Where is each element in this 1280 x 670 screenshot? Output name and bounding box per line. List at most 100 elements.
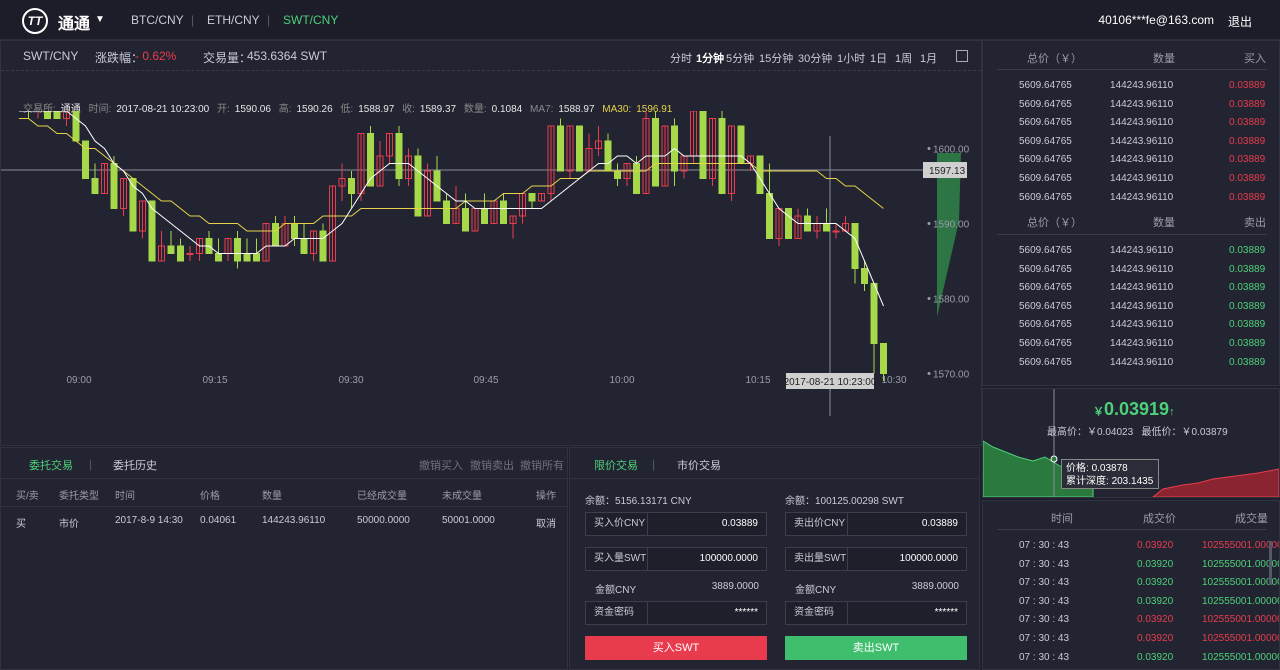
sell-price-field[interactable]: 卖出价CNY 0.03889	[785, 512, 967, 536]
field-value[interactable]: 100000.0000	[900, 553, 958, 564]
buy-price-field[interactable]: 买入价CNY 0.03889	[585, 512, 767, 536]
cell: 0.03920	[1137, 540, 1174, 551]
y-tick-label: 1580.00	[933, 295, 970, 306]
volume-label: 交易量：	[203, 51, 252, 65]
tab-order-history[interactable]: 委托历史	[113, 457, 157, 473]
chevron-down-icon[interactable]: ▼	[95, 14, 105, 25]
field-value[interactable]: 100000.0000	[700, 553, 758, 564]
candle-body	[823, 223, 830, 232]
cancel-buy-button[interactable]: 撤销买入	[419, 457, 463, 473]
field-value[interactable]: 0.03889	[922, 518, 958, 529]
candle-body	[272, 223, 279, 247]
x-tick-label: 09:30	[338, 375, 363, 386]
top-bar: TT 通通 ▼ BTC/CNY | ETH/CNY | SWT/CNY 4010…	[0, 0, 1280, 40]
orders-panel: 委托交易 | 委托历史 撤销买入 撤销卖出 撤销所有 买/卖 委托类型 时间 价…	[0, 447, 568, 670]
depth-marker	[1050, 455, 1058, 463]
crosshair-time-label: 2017-08-21 10:23:00	[784, 377, 877, 388]
cell: 0.03889	[1229, 282, 1266, 294]
brand-name[interactable]: 通通	[58, 10, 90, 34]
candle-body	[234, 238, 241, 262]
timeframe-tab[interactable]: 1小时	[837, 50, 865, 66]
candle	[158, 231, 165, 262]
cell: 144243.96110	[1110, 245, 1174, 256]
cell: 0.03889	[1229, 191, 1266, 203]
tooltip-value: 203.1435	[1111, 476, 1154, 487]
candle-body	[44, 111, 51, 119]
timeframe-tab[interactable]: 分时	[670, 50, 692, 66]
cell: 07 : 30 : 43	[1019, 540, 1070, 551]
buy-qty-field[interactable]: 买入量SWT 100000.0000	[585, 547, 767, 571]
low-label: 最低价：	[1141, 427, 1182, 438]
sell-amount: 金额CNY 3889.0000	[785, 578, 967, 598]
candle-body	[576, 125, 583, 172]
timeframe-tab[interactable]: 1分钟	[696, 50, 724, 66]
cancel-sell-button[interactable]: 撤销卖出	[470, 457, 514, 473]
candle	[775, 208, 783, 246]
tab-market-order[interactable]: 市价交易	[677, 457, 721, 473]
tab-limit-order[interactable]: 限价交易	[594, 457, 638, 473]
cell: 5609.64765	[1019, 173, 1072, 184]
timeframe-tab[interactable]: 30分钟	[798, 50, 832, 66]
cancel-order-button[interactable]: 取消	[536, 515, 556, 530]
timeframe-tab[interactable]: 1日	[870, 50, 887, 66]
timeframe-tab[interactable]: 5分钟	[726, 50, 754, 66]
sell-button[interactable]: 卖出SWT	[785, 636, 967, 660]
buy-password-field[interactable]: 资金密码 ******	[585, 601, 767, 625]
candle-body	[414, 155, 422, 217]
divider	[997, 529, 1267, 530]
cell: 07 : 30 : 43	[1019, 614, 1070, 626]
candle-body	[528, 193, 536, 202]
sell-password-field[interactable]: 资金密码 ******	[785, 601, 967, 625]
cell: 144243.96110	[1110, 300, 1174, 312]
candle-body	[604, 140, 612, 172]
tab-divider: |	[89, 457, 93, 471]
candle	[785, 208, 792, 239]
candle-body	[253, 253, 260, 262]
user-account[interactable]: 40106***fe@163.com	[1098, 13, 1214, 27]
fullscreen-icon[interactable]	[956, 50, 968, 62]
logo-icon[interactable]: TT	[22, 8, 48, 34]
order-form: 限价交易 | 市价交易 余额：5156.13171 CNY 买入价CNY 0.0…	[569, 447, 980, 670]
nav-btc-cny[interactable]: BTC/CNY	[131, 13, 184, 27]
candle-body	[870, 283, 878, 344]
y-tick-dot	[927, 222, 931, 225]
candle	[329, 185, 336, 262]
sell-balance: 余额：100125.00298 SWT	[785, 496, 904, 507]
timeframe-tab[interactable]: 15分钟	[759, 50, 793, 66]
nav-eth-cny[interactable]: ETH/CNY	[207, 13, 260, 27]
buy-button[interactable]: 买入SWT	[585, 636, 767, 660]
candle	[642, 111, 650, 194]
scrollbar[interactable]	[1269, 541, 1272, 585]
candle-body	[832, 230, 840, 233]
cell: 07 : 30 : 43	[1019, 595, 1070, 607]
candle-body	[462, 208, 469, 232]
kline-chart[interactable]: 1600.00 1590.00 1580.00 1570.00 1597.13 09:00…	[1, 111, 981, 445]
change-value: - 0.62%	[135, 49, 177, 63]
field-value[interactable]: ******	[935, 607, 958, 618]
field-value[interactable]: ******	[735, 607, 758, 618]
divider	[570, 478, 979, 479]
cell: 0.03920	[1137, 651, 1174, 663]
cell: 5609.64765	[1019, 117, 1072, 129]
candle-body	[215, 253, 222, 262]
cell: 50000.0000	[357, 515, 410, 526]
nav-swt-cny[interactable]: SWT/CNY	[283, 13, 338, 27]
cell: 102555001.00000	[1202, 633, 1280, 644]
tab-open-orders[interactable]: 委托交易	[29, 457, 73, 473]
cancel-all-button[interactable]: 撤销所有	[520, 457, 564, 473]
logout-button[interactable]: 退出	[1228, 13, 1252, 30]
field-value[interactable]: 0.03889	[722, 518, 758, 529]
candle	[205, 231, 213, 254]
timeframe-tab[interactable]: 1周	[895, 50, 912, 66]
candle	[53, 111, 61, 119]
timeframe-tab[interactable]: 1月	[920, 50, 937, 66]
amount-value: 3889.0000	[711, 581, 759, 592]
cell: 144243.96110	[1110, 135, 1174, 147]
y-tick-dot	[927, 147, 931, 150]
cell: 5609.64765	[1019, 245, 1072, 256]
sell-qty-field[interactable]: 卖出量SWT 100000.0000	[785, 547, 967, 571]
candle-body	[348, 178, 355, 194]
candle-body	[699, 111, 707, 179]
candle	[709, 118, 716, 186]
col-header: 委托类型	[59, 491, 99, 502]
